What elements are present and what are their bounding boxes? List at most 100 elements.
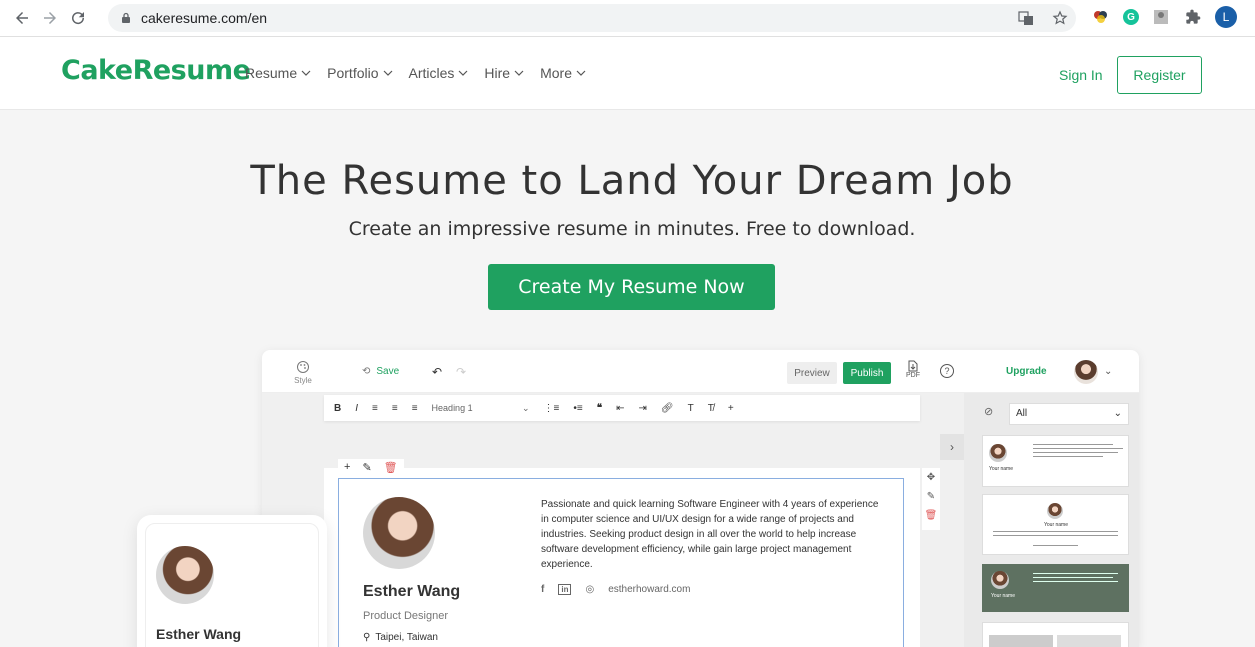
mobile-preview-card: Esther Wang Product Designer bbox=[137, 515, 327, 647]
save-button: ⟲ Save bbox=[362, 366, 400, 377]
resume-photo bbox=[363, 497, 435, 569]
chevron-down-icon bbox=[301, 70, 311, 76]
editor-avatar bbox=[1074, 360, 1098, 384]
undo-icon: ↶ bbox=[432, 365, 443, 379]
template-title: Your name bbox=[991, 593, 1015, 599]
forward-arrow-icon[interactable] bbox=[36, 4, 64, 32]
puzzle-extensions-icon[interactable] bbox=[1183, 7, 1203, 27]
mobile-preview-frame: Esther Wang Product Designer bbox=[145, 523, 319, 647]
link-icon: 🔗︎ bbox=[660, 402, 674, 414]
editor-toolbar: Style ⟲ Save ↶ ↷ Preview Publish PDF ? U… bbox=[262, 350, 1139, 393]
template-photo bbox=[991, 571, 1009, 589]
back-arrow-icon[interactable] bbox=[8, 4, 36, 32]
nav-resume[interactable]: Resume bbox=[245, 65, 311, 81]
resume-bio: Passionate and quick learning Software E… bbox=[541, 499, 879, 570]
nav-articles[interactable]: Articles bbox=[409, 65, 469, 81]
text-style-icon: T bbox=[687, 402, 694, 414]
template-photo bbox=[989, 444, 1007, 462]
chevron-down-icon bbox=[514, 70, 524, 76]
move-icon: ✥ bbox=[926, 472, 936, 483]
site-header: CakeResume Resume Portfolio Articles Hir… bbox=[0, 37, 1255, 110]
extension-colors-icon[interactable] bbox=[1091, 7, 1111, 27]
resume-name: Esther Wang bbox=[363, 583, 461, 600]
ordered-list-icon: ⋮≡ bbox=[543, 402, 560, 414]
style-button: Style bbox=[292, 360, 314, 385]
resume-role: Product Designer bbox=[363, 610, 448, 622]
create-resume-button[interactable]: Create My Resume Now bbox=[488, 264, 775, 310]
cakeresume-logo[interactable]: CakeResume bbox=[61, 55, 251, 86]
location-pin-icon: ⚲ bbox=[363, 632, 371, 643]
nav-more[interactable]: More bbox=[540, 65, 586, 81]
instagram-icon: ◎ bbox=[585, 584, 595, 595]
chevron-down-icon: ⌄ bbox=[1113, 408, 1122, 419]
template-card bbox=[982, 622, 1129, 647]
publish-button: Publish bbox=[843, 362, 891, 384]
mobile-name: Esther Wang bbox=[156, 626, 242, 642]
linkedin-icon: in bbox=[558, 584, 572, 595]
translate-icon[interactable] bbox=[1016, 8, 1036, 28]
editor-preview-image: Style ⟲ Save ↶ ↷ Preview Publish PDF ? U… bbox=[262, 350, 1139, 647]
chevron-down-icon bbox=[383, 70, 392, 76]
file-download-icon bbox=[908, 360, 918, 372]
template-card: Your name bbox=[982, 564, 1129, 612]
template-photo bbox=[1047, 503, 1063, 519]
chevron-down-icon bbox=[458, 70, 468, 76]
hero-subtitle: Create an impressive resume in minutes. … bbox=[348, 218, 916, 240]
template-filter-select: All ⌄ bbox=[1009, 403, 1129, 425]
template-title: Your name bbox=[1044, 522, 1068, 528]
help-icon: ? bbox=[940, 364, 954, 378]
bold-icon: B bbox=[334, 402, 342, 414]
lock-icon bbox=[122, 12, 130, 23]
sign-in-link[interactable]: Sign In bbox=[1059, 67, 1103, 83]
facebook-icon: f bbox=[541, 584, 545, 595]
redo-icon: ↷ bbox=[456, 365, 467, 379]
template-card: Your name bbox=[982, 435, 1129, 487]
trash-icon: 🗑︎ bbox=[383, 462, 398, 474]
browser-toolbar: cakeresume.com/en G L bbox=[0, 0, 1255, 37]
nav-hire[interactable]: Hire bbox=[484, 65, 524, 81]
template-panel: ⊘ All ⌄ Your name Your name Your name bbox=[964, 393, 1139, 647]
chevron-right-icon: › bbox=[940, 434, 964, 460]
history-icon: ⟲ bbox=[362, 366, 371, 377]
resume-location: ⚲ Taipei, Taiwan bbox=[363, 632, 438, 643]
block-tools: ✥ ✎ 🗑︎ bbox=[922, 468, 940, 530]
template-card: Your name bbox=[982, 494, 1129, 555]
pencil-icon: ✎ bbox=[926, 491, 936, 502]
star-bookmark-icon[interactable] bbox=[1050, 8, 1070, 28]
align-right-icon: ≡ bbox=[411, 402, 418, 414]
palette-icon bbox=[297, 361, 309, 373]
bullet-list-icon: •≡ bbox=[573, 402, 583, 414]
hero-title: The Resume to Land Your Dream Job bbox=[250, 158, 1014, 204]
mobile-photo bbox=[156, 546, 214, 604]
pencil-icon: ✎ bbox=[362, 462, 372, 474]
filter-off-icon: ⊘ bbox=[984, 406, 994, 418]
section-actions: + ✎ 🗑︎ bbox=[338, 459, 404, 476]
chevron-down-icon: ⌄ bbox=[522, 402, 530, 413]
align-left-icon: ≡ bbox=[372, 402, 378, 414]
indent-icon: ⇥ bbox=[638, 402, 647, 414]
align-center-icon: ≡ bbox=[391, 402, 398, 414]
resume-section: Esther Wang Product Designer ⚲ Taipei, T… bbox=[338, 478, 904, 647]
register-button[interactable]: Register bbox=[1117, 56, 1202, 94]
url-text[interactable]: cakeresume.com/en bbox=[141, 10, 267, 26]
trash-icon: 🗑︎ bbox=[924, 510, 938, 521]
italic-icon: I bbox=[355, 402, 359, 414]
nav-portfolio[interactable]: Portfolio bbox=[327, 65, 392, 81]
profile-avatar-icon[interactable]: L bbox=[1215, 6, 1237, 28]
resume-website: estherhoward.com bbox=[608, 584, 691, 595]
template-title: Your name bbox=[989, 466, 1013, 472]
plus-icon: + bbox=[344, 461, 351, 473]
outdent-icon: ⇤ bbox=[616, 402, 625, 414]
preview-button: Preview bbox=[787, 362, 837, 384]
heading-select: Heading 1 ⌄ bbox=[431, 402, 530, 413]
plus-icon: + bbox=[727, 402, 734, 414]
main-nav: Resume Portfolio Articles Hire More bbox=[245, 65, 586, 81]
chevron-down-icon bbox=[576, 70, 586, 76]
address-bar[interactable]: cakeresume.com/en bbox=[108, 4, 1076, 32]
grammarly-icon[interactable]: G bbox=[1123, 9, 1139, 25]
extension-photo-icon[interactable] bbox=[1151, 7, 1171, 27]
resume-social: f in ◎ estherhoward.com bbox=[541, 584, 690, 595]
resume-page: Esther Wang Product Designer ⚲ Taipei, T… bbox=[324, 468, 920, 647]
format-toolbar: B I ≡ ≡ ≡ Heading 1 ⌄ ⋮≡ •≡ ❝ ⇤ ⇥ 🔗︎ T T̸… bbox=[324, 395, 920, 421]
reload-icon[interactable] bbox=[64, 4, 92, 32]
